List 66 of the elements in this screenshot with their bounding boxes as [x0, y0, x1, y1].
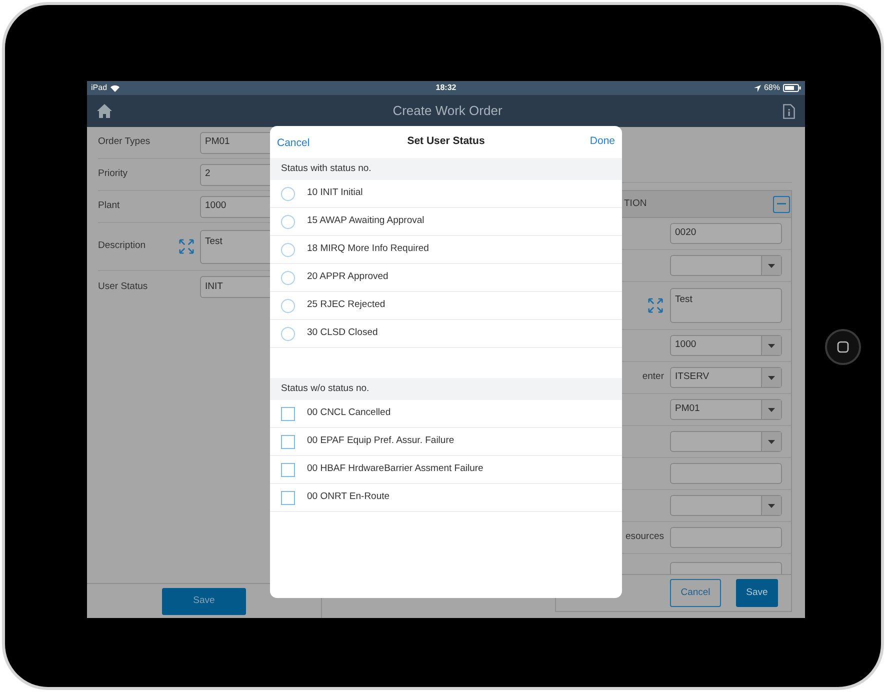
battery-percent: 68%	[764, 82, 780, 94]
status-option[interactable]: 00 EPAF Equip Pref. Assur. Failure	[270, 428, 622, 456]
caret-icon	[768, 440, 775, 444]
document-info-icon	[783, 104, 795, 118]
status-option[interactable]: 18 MIRQ More Info Required	[270, 236, 622, 264]
field-label: Priority	[98, 167, 128, 182]
dropdown[interactable]	[670, 255, 782, 276]
input-field[interactable]	[670, 562, 782, 574]
input-field[interactable]	[670, 463, 782, 484]
caret-icon	[768, 344, 775, 348]
home-icon	[97, 104, 112, 118]
home-button[interactable]	[825, 329, 861, 365]
collapse-button[interactable]	[773, 196, 790, 212]
expand-icon	[647, 297, 664, 314]
field-label: esources	[625, 530, 664, 544]
section-header: Status with status no.	[270, 158, 622, 180]
caret-icon	[768, 408, 775, 412]
location-arrow-icon	[754, 84, 761, 92]
caret-icon	[768, 504, 775, 508]
section-title: TION	[624, 196, 648, 211]
field-label: Description	[98, 239, 146, 254]
text-area[interactable]: Test	[670, 288, 782, 323]
dropdown[interactable]	[670, 495, 782, 516]
section-header: Status w/o status no.	[270, 378, 622, 400]
done-link[interactable]: Done	[590, 134, 615, 150]
radio-button[interactable]	[281, 242, 295, 256]
radio-button[interactable]	[281, 298, 295, 312]
status-option[interactable]: 00 CNCL Cancelled	[270, 400, 622, 428]
status-option[interactable]: 30 CLSD Closed	[270, 320, 622, 348]
input-field[interactable]	[670, 527, 782, 548]
status-option[interactable]: 10 INIT Initial	[270, 180, 622, 208]
field-label: enter	[642, 370, 664, 384]
radio-button[interactable]	[281, 186, 295, 200]
checkbox[interactable]	[281, 434, 295, 448]
cancel-link[interactable]: Cancel	[277, 136, 310, 152]
page-title: Create Work Order	[392, 102, 502, 120]
status-option[interactable]: 00 HBAF HrdwareBarrier Assment Failure	[270, 456, 622, 484]
status-option[interactable]: 00 ONRT En-Route	[270, 484, 622, 512]
input-field[interactable]: 0020	[670, 223, 782, 244]
radio-button[interactable]	[281, 326, 295, 340]
dropdown[interactable]: ITSERV	[670, 367, 782, 388]
minus-icon	[777, 203, 786, 205]
caret-icon	[768, 376, 775, 380]
radio-button[interactable]	[281, 214, 295, 228]
battery-icon	[783, 84, 801, 92]
field-label: Plant	[98, 199, 120, 214]
field-label: User Status	[98, 280, 148, 294]
caret-icon	[768, 264, 775, 268]
clock-time: 18:32	[436, 82, 456, 94]
dropdown[interactable]: PM01	[670, 399, 782, 420]
expand-icon	[178, 238, 195, 255]
field-label: Order Types	[98, 135, 150, 150]
carrier-name: iPad	[91, 82, 108, 94]
dropdown[interactable]: 1000	[670, 335, 782, 356]
dropdown[interactable]	[670, 431, 782, 452]
wifi-icon	[110, 84, 120, 92]
checkbox[interactable]	[281, 462, 295, 476]
status-option[interactable]: 15 AWAP Awaiting Approval	[270, 208, 622, 236]
square-icon	[837, 341, 849, 353]
status-option[interactable]: 25 RJEC Rejected	[270, 292, 622, 320]
status-option[interactable]: 20 APPR Approved	[270, 264, 622, 292]
checkbox[interactable]	[281, 490, 295, 504]
radio-button[interactable]	[281, 270, 295, 284]
checkbox[interactable]	[281, 406, 295, 420]
save-button[interactable]: Save	[736, 579, 778, 607]
dialog-title: Set User Status	[407, 134, 485, 150]
